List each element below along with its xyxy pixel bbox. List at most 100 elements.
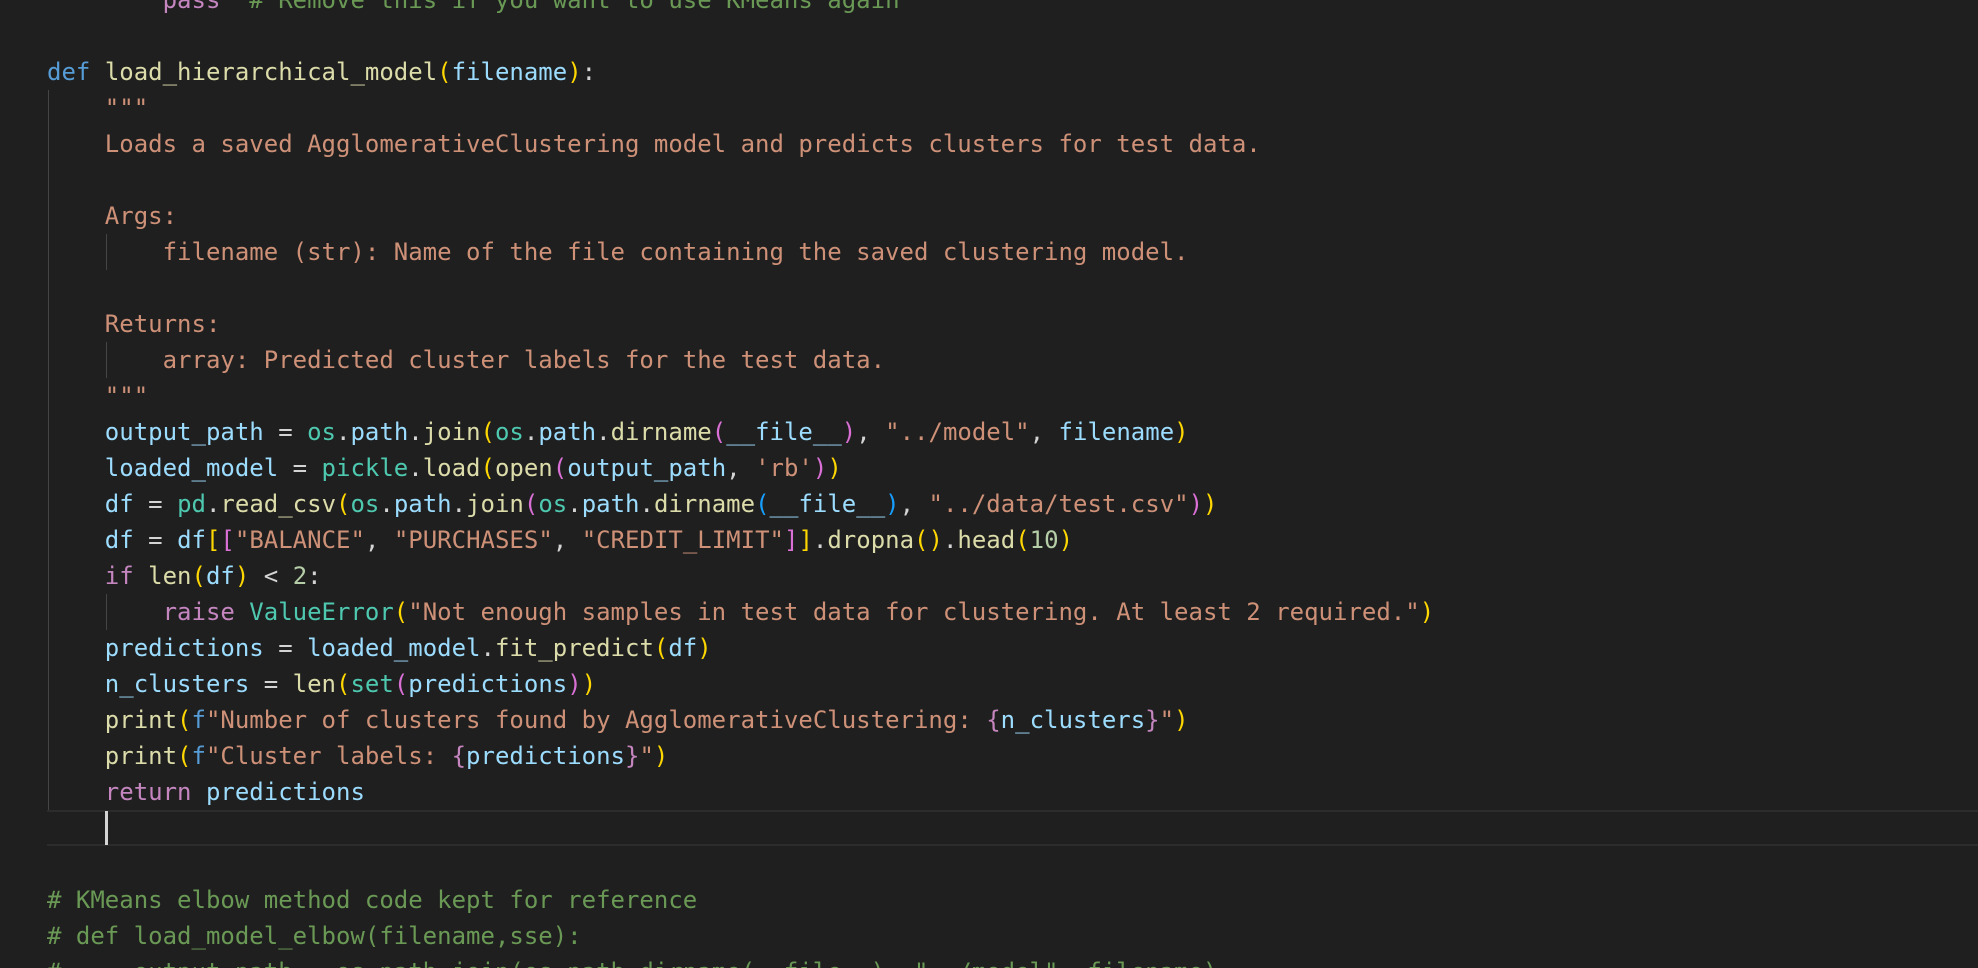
code-token: ( [336, 670, 351, 698]
code-line[interactable]: pass # Remove this if you want to use KM… [47, 0, 1978, 18]
code-token: dirname [610, 418, 712, 446]
code-line[interactable]: """ [47, 378, 1978, 414]
code-token: ( [191, 562, 206, 590]
code-line[interactable]: def load_hierarchical_model(filename): [47, 54, 1978, 90]
code-token: ) [812, 454, 828, 482]
code-line[interactable]: print(f"Number of clusters found by Aggl… [47, 702, 1978, 738]
code-token: "Number of clusters found by Agglomerati… [205, 706, 987, 734]
code-line[interactable]: # def load_model_elbow(filename,sse): [47, 918, 1978, 954]
code-token: ) [928, 526, 943, 554]
code-token: os [350, 490, 380, 518]
code-line-current[interactable] [47, 810, 1978, 846]
code-line[interactable]: df = df[["BALANCE", "PURCHASES", "CREDIT… [47, 522, 1978, 558]
code-token: } [625, 742, 640, 770]
code-token: , [1029, 418, 1059, 446]
code-token: df [668, 634, 698, 662]
code-line[interactable]: array: Predicted cluster labels for the … [47, 342, 1978, 378]
code-token: path [581, 490, 640, 518]
code-token: open [494, 454, 553, 482]
code-line[interactable]: df = pd.read_csv(os.path.join(os.path.di… [47, 486, 1978, 522]
code-line[interactable]: # KMeans elbow method code kept for refe… [47, 882, 1978, 918]
code-token: = [263, 634, 308, 662]
code-line[interactable]: # output_path = os.path.join(os.path.dir… [47, 954, 1978, 968]
code-line[interactable]: loaded_model = pickle.load(open(output_p… [47, 450, 1978, 486]
code-token: loaded_model [104, 454, 279, 482]
code-token: ] [783, 526, 799, 554]
code-token: . [205, 490, 221, 518]
code-token: array: Predicted cluster labels for the … [162, 346, 886, 374]
code-token: ( [393, 670, 409, 698]
code-line[interactable]: filename (str): Name of the file contain… [47, 234, 1978, 270]
code-token: filename [451, 58, 568, 86]
code-token: Args: [104, 202, 178, 230]
code-line[interactable] [47, 162, 1978, 198]
code-token: ) [234, 562, 250, 590]
code-token: ) [1203, 490, 1218, 518]
code-token: predictions [466, 742, 625, 770]
code-token: , [364, 526, 394, 554]
code-token: print [104, 706, 178, 734]
code-token: = [263, 418, 308, 446]
code-token: ) [653, 742, 669, 770]
code-token: pd [177, 490, 206, 518]
code-token: join [422, 418, 481, 446]
code-editor[interactable]: pass # Remove this if you want to use KM… [0, 0, 1978, 968]
code-line[interactable] [47, 846, 1978, 882]
code-token: ) [1419, 598, 1435, 626]
code-token: print [104, 742, 178, 770]
indent-guide [105, 594, 107, 630]
code-token: ) [1188, 490, 1204, 518]
code-token: ( [523, 490, 539, 518]
code-line[interactable]: """ [47, 90, 1978, 126]
indent-guide [105, 342, 107, 378]
code-token: , [856, 418, 886, 446]
code-line[interactable]: raise ValueError("Not enough samples in … [47, 594, 1978, 630]
code-token: : [581, 58, 597, 86]
code-token: predictions [104, 634, 264, 662]
code-line[interactable] [47, 270, 1978, 306]
code-token: ) [841, 418, 857, 446]
code-token: f [191, 706, 206, 734]
code-token: = [249, 670, 293, 698]
code-token: . [451, 490, 467, 518]
code-token: "PURCHASES" [393, 526, 553, 554]
code-token: os [307, 418, 337, 446]
code-line[interactable] [47, 18, 1978, 54]
code-line[interactable]: print(f"Cluster labels: {predictions}") [47, 738, 1978, 774]
code-token: 10 [1029, 526, 1059, 554]
code-line[interactable]: output_path = os.path.join(os.path.dirna… [47, 414, 1978, 450]
code-token: [ [205, 526, 221, 554]
code-token: df [104, 526, 134, 554]
code-token: . [480, 634, 495, 662]
code-line[interactable]: predictions = loaded_model.fit_predict(d… [47, 630, 1978, 666]
code-token: ( [1015, 526, 1030, 554]
code-line[interactable]: return predictions [47, 774, 1978, 810]
code-token: set [350, 670, 394, 698]
code-token: __file__ [726, 418, 842, 446]
code-line[interactable]: Loads a saved AgglomerativeClustering mo… [47, 126, 1978, 162]
code-token: ValueError [249, 598, 394, 626]
code-token: join [466, 490, 524, 518]
code-token: head [957, 526, 1016, 554]
code-line[interactable]: if len(df) < 2: [47, 558, 1978, 594]
indent-guide [105, 234, 107, 270]
code-line[interactable]: Args: [47, 198, 1978, 234]
code-line[interactable]: n_clusters = len(set(predictions)) [47, 666, 1978, 702]
code-token: output_path [567, 454, 727, 482]
code-token: . [408, 454, 423, 482]
code-token: . [523, 418, 539, 446]
code-token: df [205, 562, 235, 590]
code-token: < [249, 562, 293, 590]
code-lines[interactable]: pass # Remove this if you want to use KM… [47, 0, 1978, 968]
code-line[interactable]: Returns: [47, 306, 1978, 342]
code-token: ) [697, 634, 712, 662]
